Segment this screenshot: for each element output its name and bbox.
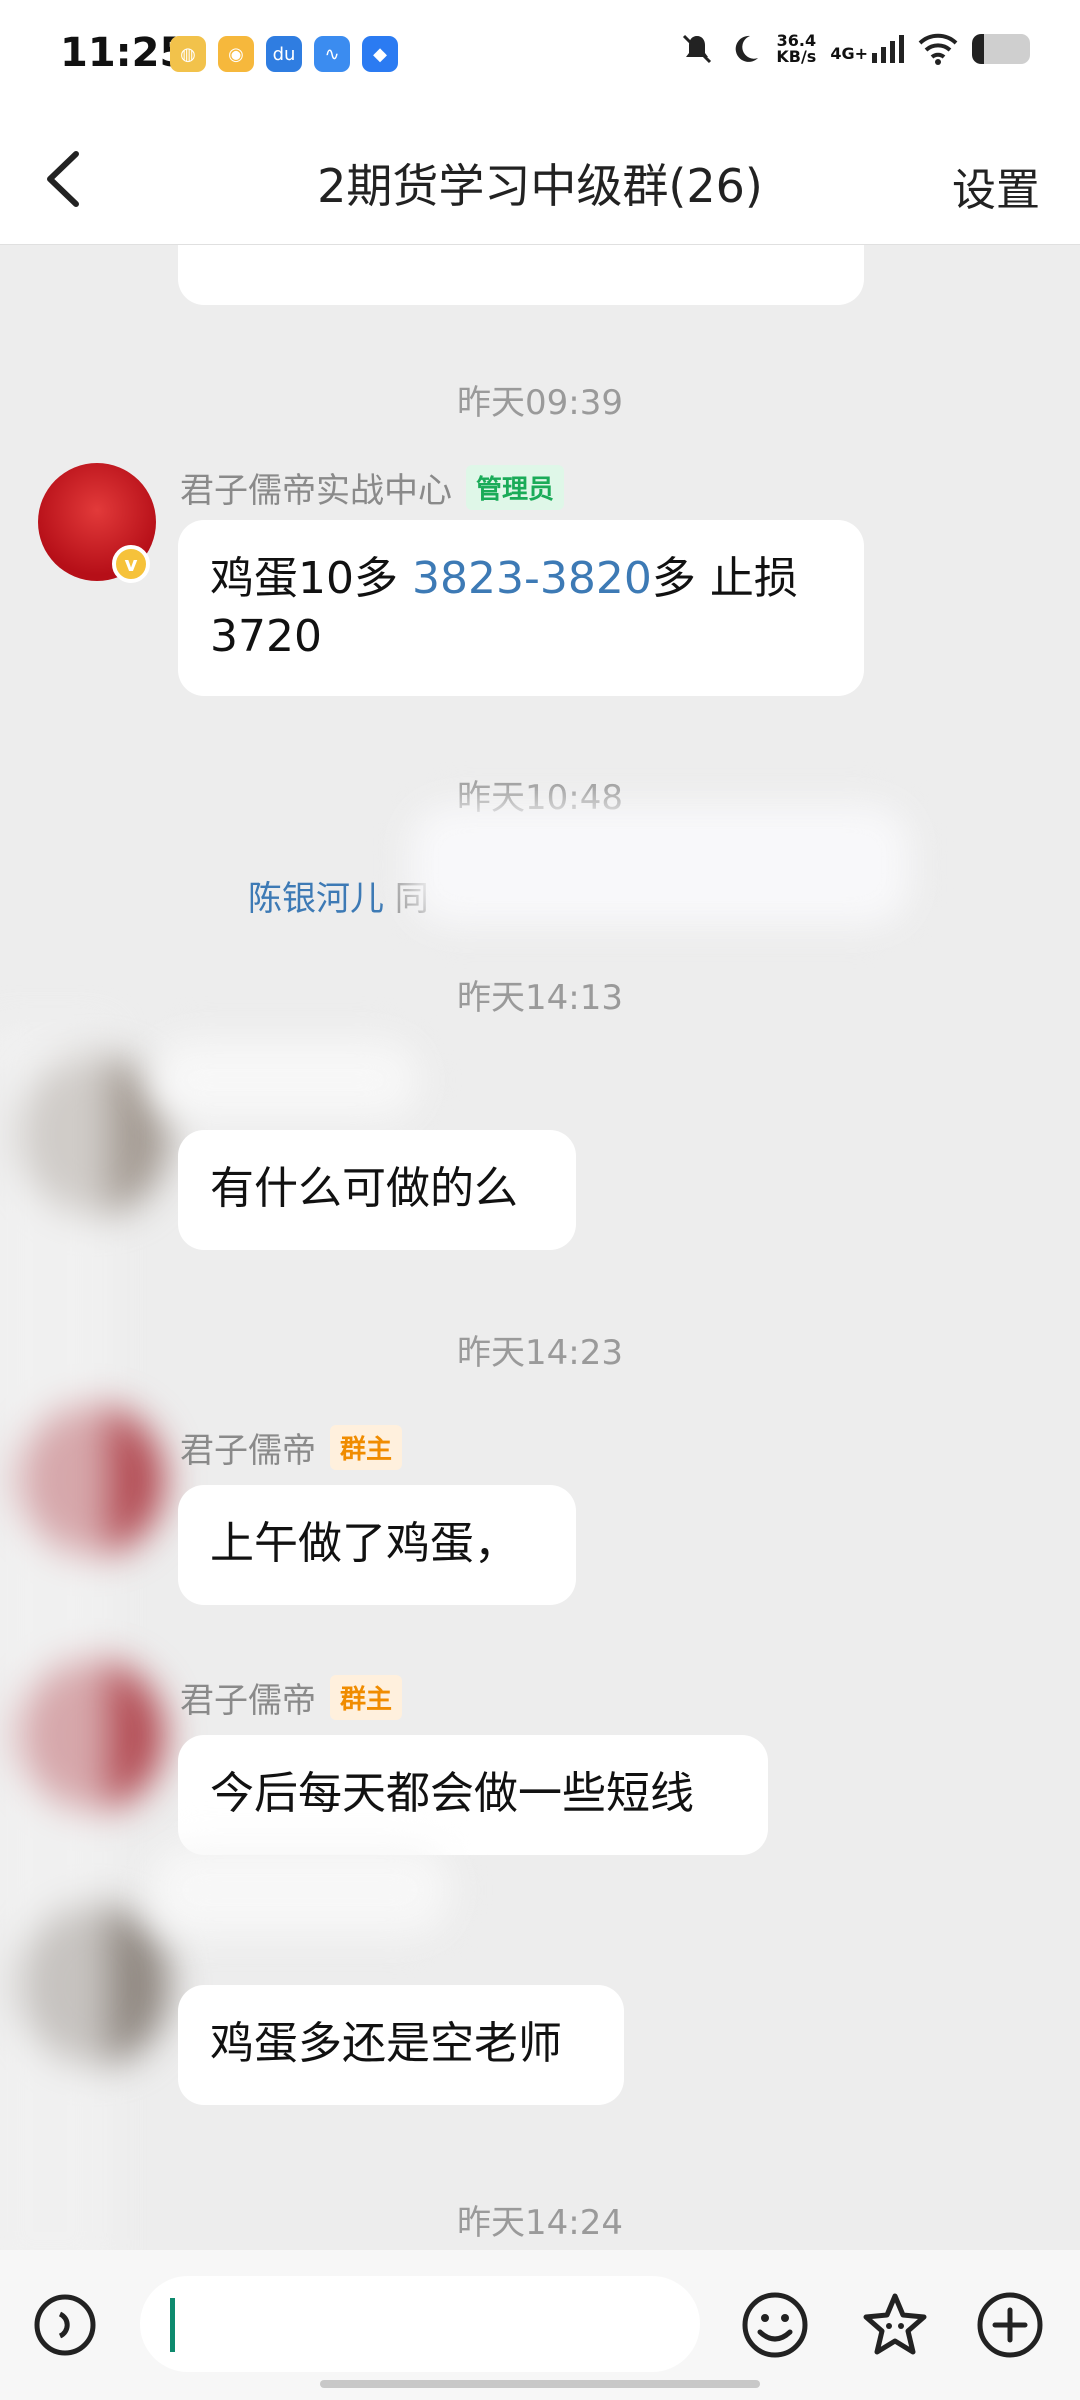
sender-name: 君子儒帝 [180,1681,316,1721]
mute-bell-icon [683,34,712,64]
sender-name: 君子儒帝实战中心 [180,471,452,511]
blur-mask [410,805,910,925]
owner-badge: 群主 [330,1425,403,1470]
app-notification-icon: ◆ [362,36,398,72]
message-input[interactable] [140,2276,700,2372]
owner-badge: 群主 [330,1675,403,1720]
message-bubble[interactable]: 今后每天都会做一些短线 [178,1735,768,1855]
status-bar: 11:25 ◍ ◉ du ∿ ◆ 36.4 KB/s 4G+ [0,0,1080,110]
voice-icon[interactable] [30,2290,100,2360]
admin-badge: 管理员 [466,465,565,510]
message-text: 鸡蛋多还是空老师 [210,2018,562,2069]
net-speed-unit: KB/s [776,47,817,66]
blur-mask [150,1040,420,1120]
time-separator: 昨天14:13 [457,978,623,1018]
system-notice: 陈银河儿 同 [248,871,429,920]
blur-mask [150,1845,450,1935]
status-right: 36.4 KB/s 4G+ [680,32,1030,66]
sticker-icon[interactable] [860,2290,930,2360]
signal-type: 4G+ [830,44,868,63]
status-time: 11:25 [60,30,188,76]
message-text: 上午做了鸡蛋， [210,1518,518,1569]
message-text: 有什么可做的么 [210,1163,518,1214]
message-bubble[interactable]: 鸡蛋10多 3823-3820多 止损3720 [178,520,864,696]
battery-icon [972,34,1030,64]
message-link[interactable]: 3823-3820 [412,553,652,604]
time-separator: 昨天14:23 [457,1333,623,1373]
sender-row: 君子儒帝实战中心 管理员 [180,463,565,512]
emoji-icon[interactable] [740,2290,810,2360]
message-text: 鸡蛋10多 [210,553,412,604]
weibo-icon: ◉ [218,36,254,72]
plus-icon[interactable] [975,2290,1045,2360]
chat-list[interactable]: 昨天09:39 v 君子儒帝实战中心 管理员 鸡蛋10多 3823-3820多 … [0,245,1080,2250]
app-notification-icon: ◍ [170,36,206,72]
settings-button[interactable]: 设置 [952,154,1040,218]
moon-icon [736,35,759,62]
text-caret [170,2298,175,2352]
battery-fill [972,34,984,64]
page-title: 2期货学习中级群(26) [317,159,763,213]
chart-app-icon: ∿ [314,36,350,72]
message-bubble-partial[interactable] [178,245,864,305]
sender-name: 君子儒帝 [180,1431,316,1471]
signal-icon: 4G+ [830,35,904,63]
sender-row: 君子儒帝 群主 [180,1423,403,1472]
du-app-icon: du [266,36,302,72]
system-notice-name[interactable]: 陈银河儿 [248,879,384,919]
notification-icons: ◍ ◉ du ∿ ◆ [170,36,398,72]
input-bar [0,2250,1080,2400]
home-indicator[interactable] [320,2380,760,2388]
message-text: 今后每天都会做一些短线 [210,1768,694,1819]
wifi-icon [918,33,958,65]
message-bubble[interactable]: 上午做了鸡蛋， [178,1485,576,1605]
net-speed: 36.4 KB/s [776,33,816,65]
message-bubble[interactable]: 有什么可做的么 [178,1130,576,1250]
sender-row: 君子儒帝 群主 [180,1673,403,1722]
blur-mask [0,1025,110,2250]
chat-header: 2期货学习中级群(26) 设置 [0,110,1080,245]
message-bubble[interactable]: 鸡蛋多还是空老师 [178,1985,624,2105]
time-separator: 昨天14:24 [457,2203,623,2243]
time-separator: 昨天09:39 [457,383,623,423]
verified-icon: v [112,545,150,583]
